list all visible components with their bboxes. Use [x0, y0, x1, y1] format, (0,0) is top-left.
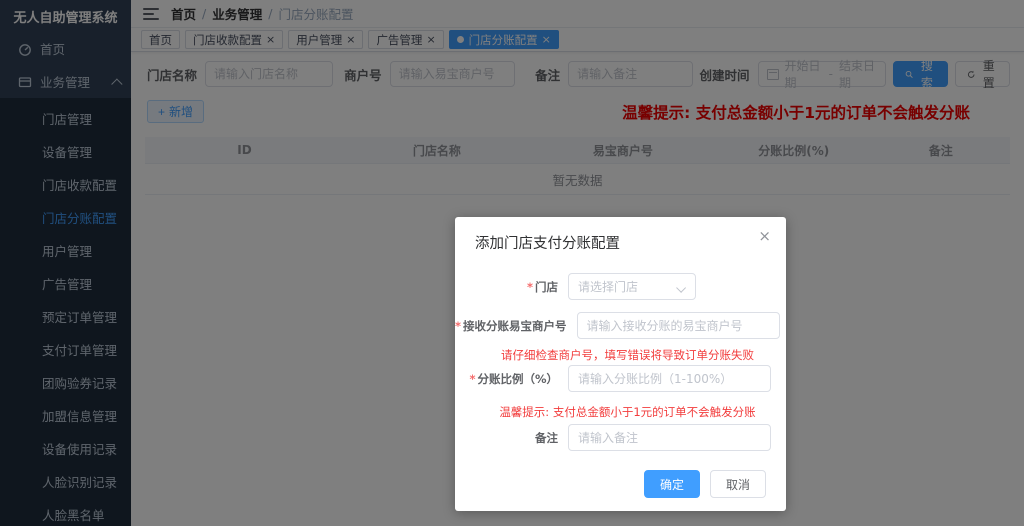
- cancel-button[interactable]: 取消: [710, 470, 766, 498]
- add-split-config-dialog: 添加门店支付分账配置 × *门店 请选择门店 *接收分账易宝商户号 请仔细检查商…: [455, 217, 786, 511]
- app-window: 无人自助管理系统 首页 业务管理 门店管理 设备管理 门店收款配置 门店分账配置…: [0, 0, 1024, 526]
- chevron-down-icon: [676, 283, 686, 293]
- ratio-field-label: *分账比例（%）: [455, 371, 568, 387]
- store-field-label: *门店: [455, 279, 568, 295]
- remark-dialog-input[interactable]: [568, 424, 771, 451]
- required-mark: *: [455, 319, 461, 333]
- remark-field-row: 备注: [455, 424, 786, 451]
- store-field-row: *门店 请选择门店: [455, 273, 786, 300]
- required-mark: *: [469, 372, 475, 386]
- dialog-title: 添加门店支付分账配置: [475, 236, 620, 252]
- dialog-footer: 确定 取消: [644, 470, 766, 498]
- merchant-check-hint: 请仔细检查商户号，填写错误将导致订单分账失败: [455, 347, 786, 363]
- ratio-field-row: *分账比例（%）: [455, 365, 786, 392]
- confirm-button[interactable]: 确定: [644, 470, 700, 498]
- dialog-header: 添加门店支付分账配置 ×: [455, 217, 786, 253]
- dialog-body: *门店 请选择门店 *接收分账易宝商户号 请仔细检查商户号，填写错误将导致订单分…: [455, 253, 786, 451]
- merchant-no-dialog-input[interactable]: [577, 312, 780, 339]
- store-select[interactable]: 请选择门店: [568, 273, 696, 300]
- remark-field-label: 备注: [455, 430, 568, 446]
- merchant-field-label: *接收分账易宝商户号: [455, 318, 577, 334]
- store-select-placeholder: 请选择门店: [578, 278, 638, 295]
- split-ratio-input[interactable]: [568, 365, 771, 392]
- merchant-field-row: *接收分账易宝商户号: [455, 312, 786, 339]
- dialog-close-icon[interactable]: ×: [758, 229, 771, 244]
- required-mark: *: [527, 280, 533, 294]
- min-amount-hint: 温馨提示: 支付总金额小于1元的订单不会触发分账: [455, 404, 786, 420]
